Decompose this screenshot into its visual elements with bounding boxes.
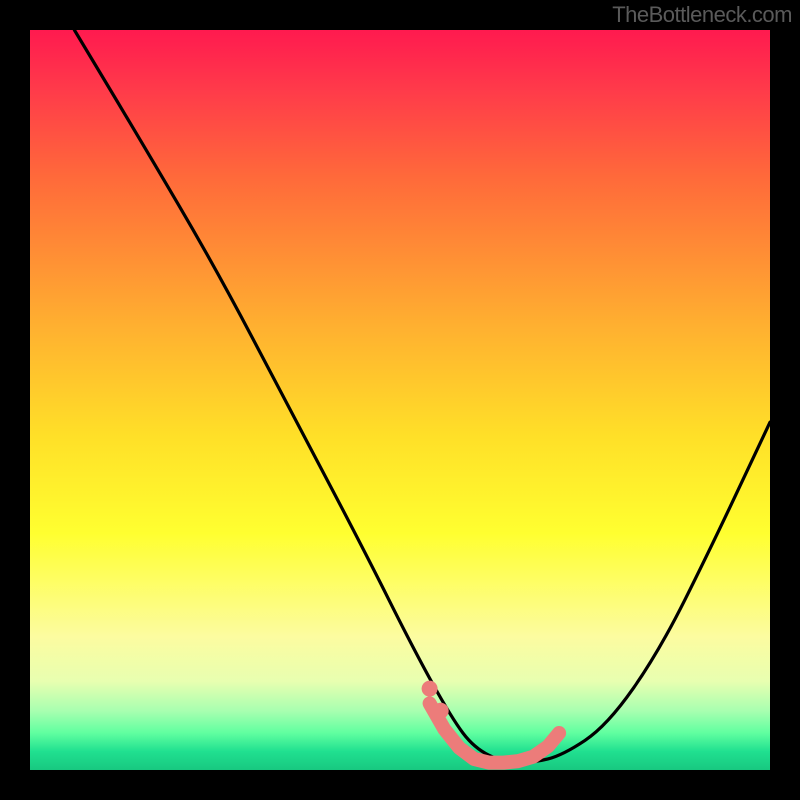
chart-container: TheBottleneck.com	[0, 0, 800, 800]
plot-area	[30, 30, 770, 770]
highlight-dot	[433, 703, 449, 719]
curve-svg	[30, 30, 770, 770]
highlight-dot	[422, 681, 438, 697]
watermark-text: TheBottleneck.com	[612, 2, 792, 28]
bottleneck-curve	[74, 30, 770, 763]
highlight-points	[422, 681, 559, 763]
highlight-path	[430, 703, 559, 762]
